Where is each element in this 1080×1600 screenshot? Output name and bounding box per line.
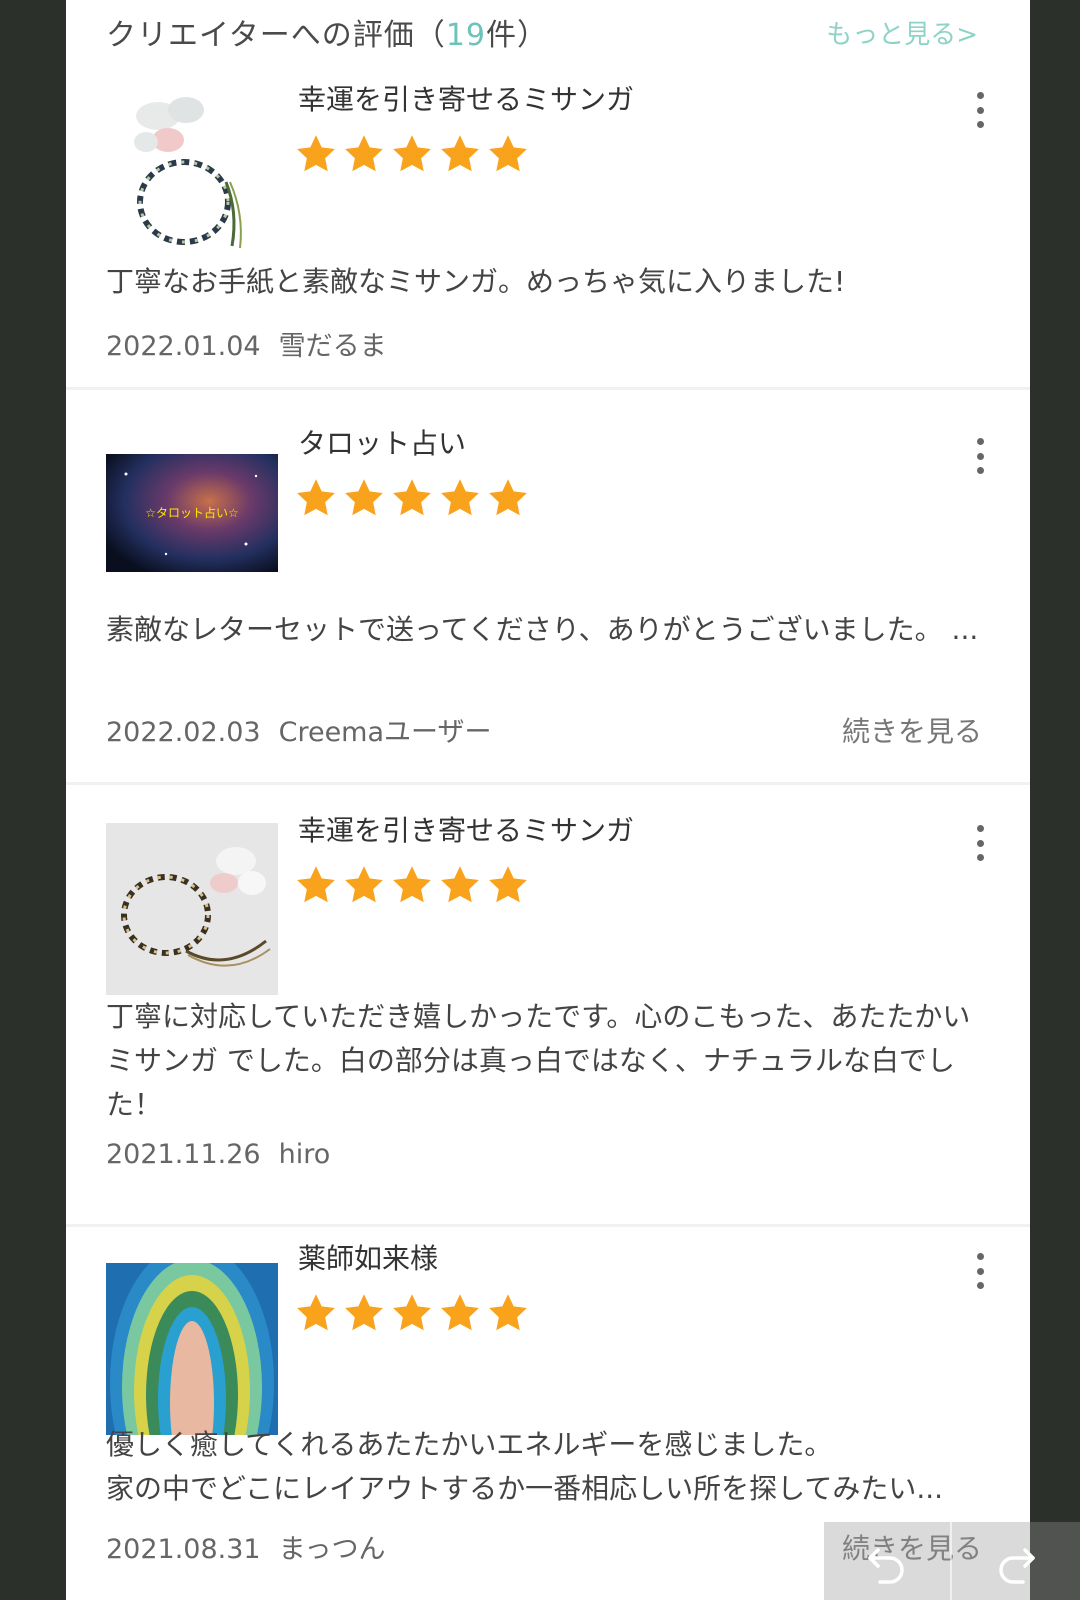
product-title[interactable]: 幸運を引き寄せるミサンガ: [298, 809, 634, 849]
more-options-button[interactable]: [970, 825, 990, 861]
star-rating: [294, 132, 530, 176]
review-author: Creemaユーザー: [278, 717, 492, 748]
review-date: 2022.02.03: [106, 717, 261, 748]
product-thumbnail[interactable]: [106, 823, 278, 995]
star-icon: [393, 135, 431, 172]
review-item: ☆タロット占い☆ タロット占い 素敵なレターセットで送ってくださり、ありがとうご…: [66, 392, 1030, 785]
star-icon: [297, 1294, 335, 1331]
star-icon: [489, 866, 527, 903]
tarot-image: ☆タロット占い☆: [106, 454, 278, 572]
review-comment: 優しく癒してくれるあたたかいエネルギーを感じました。 家の中でどこにレイアウトす…: [106, 1428, 944, 1505]
more-options-button[interactable]: [970, 92, 990, 128]
star-icon: [393, 479, 431, 516]
redo-icon: [999, 1548, 1035, 1584]
more-vertical-icon: [976, 438, 984, 445]
star-icon: [489, 479, 527, 516]
product-thumbnail[interactable]: [106, 82, 278, 254]
review-meta: 2022.01.04 雪だるま: [106, 324, 387, 363]
product-title[interactable]: タロット占い: [298, 422, 466, 462]
product-thumbnail[interactable]: ☆タロット占い☆: [106, 454, 278, 572]
misanga-image: [106, 82, 278, 254]
reviews-header: クリエイターへの評価（19件） もっと見る>: [66, 0, 1030, 64]
review-date: 2021.08.31: [106, 1534, 261, 1565]
star-rating: [294, 1291, 530, 1335]
product-title[interactable]: 薬師如来様: [298, 1237, 438, 1277]
header-title: クリエイターへの評価（19件）: [106, 10, 548, 54]
star-icon: [441, 866, 479, 903]
reviews-panel: クリエイターへの評価（19件） もっと見る> 幸運を引き寄せるミサンガ 丁寧なお…: [66, 0, 1030, 1600]
undo-button[interactable]: [824, 1522, 952, 1600]
star-icon: [345, 866, 383, 903]
star-icon: [441, 135, 479, 172]
more-vertical-icon: [976, 92, 984, 99]
redo-button[interactable]: [952, 1522, 1080, 1600]
floating-nav: [824, 1522, 1080, 1600]
yakushi-painting-image: [106, 1263, 278, 1435]
header-title-label: クリエイターへの評価（: [106, 18, 446, 53]
misanga-image: [106, 823, 278, 995]
star-icon: [345, 135, 383, 172]
review-author: 雪だるま: [278, 331, 387, 362]
review-meta: 2021.11.26 hiro: [106, 1139, 330, 1170]
tarot-image-text: ☆タロット占い☆: [145, 505, 239, 520]
star-icon: [441, 1294, 479, 1331]
review-meta: 2022.02.03 Creemaユーザー: [106, 710, 491, 749]
star-icon: [345, 1294, 383, 1331]
review-count: 19: [445, 18, 486, 53]
product-thumbnail[interactable]: [106, 1263, 278, 1435]
review-date: 2022.01.04: [106, 331, 261, 362]
product-title[interactable]: 幸運を引き寄せるミサンガ: [298, 78, 634, 118]
star-icon: [393, 866, 431, 903]
star-icon: [441, 479, 479, 516]
star-rating: [294, 476, 530, 520]
review-date: 2021.11.26: [106, 1139, 261, 1170]
star-icon: [393, 1294, 431, 1331]
review-meta: 2021.08.31 まっつん: [106, 1527, 386, 1566]
review-item: 幸運を引き寄せるミサンガ 丁寧に対応していただき嬉しかったです。心のこもった、あ…: [66, 787, 1030, 1227]
star-icon: [345, 479, 383, 516]
more-vertical-icon: [976, 825, 984, 832]
more-options-button[interactable]: [970, 1253, 990, 1289]
star-icon: [489, 135, 527, 172]
read-more-link[interactable]: 続きを見る: [842, 710, 982, 750]
see-more-link[interactable]: もっと見る>: [826, 14, 978, 51]
review-comment: 丁寧なお手紙と素敵なミサンガ。めっちゃ気に入りました!: [106, 265, 846, 298]
star-rating: [294, 863, 530, 907]
star-icon: [297, 866, 335, 903]
undo-icon: [868, 1548, 904, 1584]
more-vertical-icon: [976, 1253, 984, 1260]
star-icon: [297, 135, 335, 172]
star-icon: [297, 479, 335, 516]
more-options-button[interactable]: [970, 438, 990, 474]
review-comment: 丁寧に対応していただき嬉しかったです。心のこもった、あたたかいミサンガ でした。…: [106, 1000, 971, 1121]
review-comment: 素敵なレターセットで送ってくださり、ありがとうございました。 ...: [106, 613, 979, 646]
star-icon: [489, 1294, 527, 1331]
review-author: hiro: [278, 1139, 331, 1170]
review-author: まっつん: [278, 1534, 386, 1565]
review-item: 幸運を引き寄せるミサンガ 丁寧なお手紙と素敵なミサンガ。めっちゃ気に入りました!…: [66, 64, 1030, 390]
header-title-suffix: 件）: [486, 18, 548, 53]
